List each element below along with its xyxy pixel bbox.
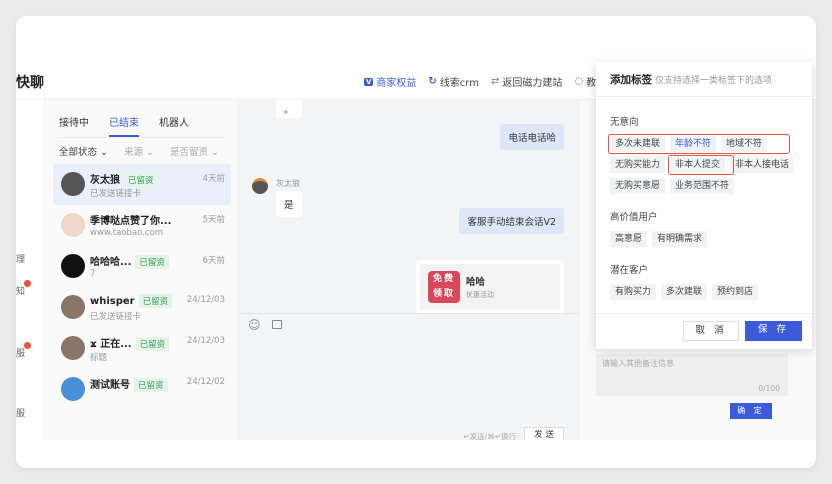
timestamp: 5天前: [202, 215, 225, 225]
message: 是: [276, 191, 302, 217]
last-message: 标题: [90, 353, 108, 363]
lead-tag: 已留资: [138, 294, 173, 308]
input-area: ☺ ↵发送/⌘↵换行 发 送: [238, 313, 580, 443]
chat-area: 。 电话电话哈 灰太狼 是 客服手动结束会话V2 免费领取 哈哈 优惠活动 ☺ …: [238, 100, 580, 443]
divider: [57, 137, 224, 138]
contact-name: whisper: [90, 296, 135, 307]
tag-chip[interactable]: 非本人接电话: [730, 157, 795, 173]
avatar: [61, 295, 85, 319]
tag-chip[interactable]: 无购买意愿: [610, 178, 666, 194]
new-badge: [24, 280, 31, 287]
app-title: 快聊: [16, 75, 44, 91]
contact-name: 灰太狼: [90, 175, 120, 186]
tag-group-title: 潜在客户: [610, 265, 649, 276]
top-nav: V商家权益 ↻线索crm ⇄返回磁力建站 ◌教程: [364, 74, 606, 89]
tag-chip[interactable]: 预约到店: [712, 284, 759, 300]
contact-name: ϫ 正在...: [90, 339, 132, 350]
image-icon[interactable]: [272, 320, 282, 329]
card-subtitle: 优惠活动: [466, 291, 494, 299]
conversation-item[interactable]: 灰太狼 已留资 已发送链接卡 4天前: [53, 164, 231, 205]
status-filter[interactable]: 全部状态 ⌄: [59, 144, 108, 158]
lead-tag: 已留资: [134, 378, 168, 392]
message: 电话电话哈: [500, 124, 564, 150]
contact-name: 季博哒点赞了你...: [90, 216, 172, 227]
crm-icon: ↻: [428, 76, 437, 87]
conversation-item[interactable]: 测试账号 已留资 24/12/02: [53, 369, 231, 410]
tag-chip[interactable]: 业务范围不符: [670, 178, 735, 194]
conversation-item[interactable]: whisper 已留资 已发送链接卡 24/12/03: [53, 287, 231, 328]
remark-input[interactable]: 请输入其他备注信息 0/100: [596, 354, 788, 396]
avatar: [252, 178, 268, 194]
conversation-list: 接待中 已结束 机器人 全部状态 ⌄ 来源 ⌄ 是否留资 ⌄ 灰太狼 已留资 已发…: [45, 100, 238, 440]
char-count: 0/100: [758, 384, 780, 393]
last-message: 已发送链接卡: [90, 312, 142, 322]
emoji-icon[interactable]: ☺: [248, 318, 261, 332]
avatar: [61, 172, 85, 196]
sidebar-item[interactable]: 服: [16, 346, 25, 359]
sender-name: 灰太狼: [276, 179, 300, 188]
nav-benefits[interactable]: V 商家权益: [364, 74, 416, 89]
benefits-icon: V: [364, 77, 374, 86]
last-message: www.taobao.com: [90, 228, 164, 238]
sidebar: 理 知 服 服: [16, 100, 45, 440]
nav-back[interactable]: ⇄ 返回磁力建站: [491, 74, 562, 89]
save-button[interactable]: 保 存: [745, 321, 802, 341]
sidebar-item[interactable]: 服: [16, 406, 25, 419]
add-tag-dialog: 添加标签 仅支持选择一类标签下的选项 无意向 多次未建联 年龄不符 地域不符 无购买能力非…: [596, 62, 812, 349]
nav-crm[interactable]: ↻ 线索crm: [428, 74, 479, 89]
tab-ended[interactable]: 已结束: [109, 114, 139, 137]
tag-chip[interactable]: 多次建联: [661, 284, 708, 300]
conversation-item[interactable]: ϫ 正在... 已留资 标题 24/12/03: [53, 328, 231, 369]
timestamp: 4天前: [202, 174, 225, 184]
last-message: 7: [90, 269, 96, 279]
avatar: [61, 254, 85, 278]
tag-chip[interactable]: 有购买力: [610, 284, 657, 300]
cancel-button[interactable]: 取 消: [683, 321, 739, 341]
last-message: 已发送链接卡: [90, 189, 142, 199]
timestamp: 24/12/03: [186, 336, 225, 346]
lead-tag: 已留资: [135, 337, 170, 351]
new-badge: [24, 342, 31, 349]
app-window: 快聊 V商家权益 ↻线索crm ⇄返回磁力建站 ◌教程 理 知 服 服 接待中 …: [16, 16, 816, 468]
swap-icon: ⇄: [491, 76, 500, 87]
sidebar-item[interactable]: 知: [16, 284, 25, 297]
lead-tag: 已留资: [124, 173, 158, 187]
source-filter[interactable]: 来源 ⌄: [124, 144, 154, 158]
avatar: [61, 336, 85, 360]
card-badge: 免费领取: [428, 271, 460, 303]
dialog-hint: 仅支持选择一类标签下的选项: [655, 76, 773, 86]
message: 客服手动结束会话V2: [459, 208, 564, 234]
conversation-item[interactable]: 季博哒点赞了你... www.taobao.com 5天前: [53, 205, 231, 246]
timestamp: 24/12/02: [186, 377, 225, 387]
avatar: [61, 213, 85, 237]
link-card[interactable]: 免费领取 哈哈 优惠活动: [416, 260, 564, 314]
tag-chip[interactable]: 高意愿: [610, 231, 648, 247]
lead-tag: 已留资: [135, 255, 169, 269]
timestamp: 24/12/03: [186, 295, 225, 305]
card-title: 哈哈: [466, 277, 486, 288]
contact-name: 哈哈哈...: [90, 257, 132, 268]
dialog-title: 添加标签 仅支持选择一类标签下的选项: [610, 74, 773, 86]
tab-active[interactable]: 接待中: [59, 114, 89, 137]
tag-chip[interactable]: 无购买能力: [610, 157, 666, 173]
highlight-box: [668, 155, 734, 175]
bottom-bar: [16, 440, 816, 468]
lead-filter[interactable]: 是否留资 ⌄: [170, 144, 219, 158]
tag-group-title: 高价值用户: [610, 212, 658, 223]
highlight-box: [608, 134, 790, 154]
tab-robot[interactable]: 机器人: [159, 114, 189, 137]
confirm-button[interactable]: 确 定: [730, 403, 772, 419]
contact-name: 测试账号: [90, 380, 130, 391]
sidebar-item[interactable]: 理: [16, 252, 25, 265]
remark-placeholder: 请输入其他备注信息: [602, 359, 674, 368]
timestamp: 6天前: [202, 256, 225, 266]
tutorial-icon: ◌: [574, 76, 584, 87]
avatar: [61, 377, 85, 401]
tag-group-title: 无意向: [610, 117, 639, 128]
conversation-item[interactable]: 哈哈哈... 已留资 7 6天前: [53, 246, 231, 287]
tag-chip[interactable]: 有明确需求: [652, 231, 708, 247]
message: 。: [276, 100, 302, 118]
